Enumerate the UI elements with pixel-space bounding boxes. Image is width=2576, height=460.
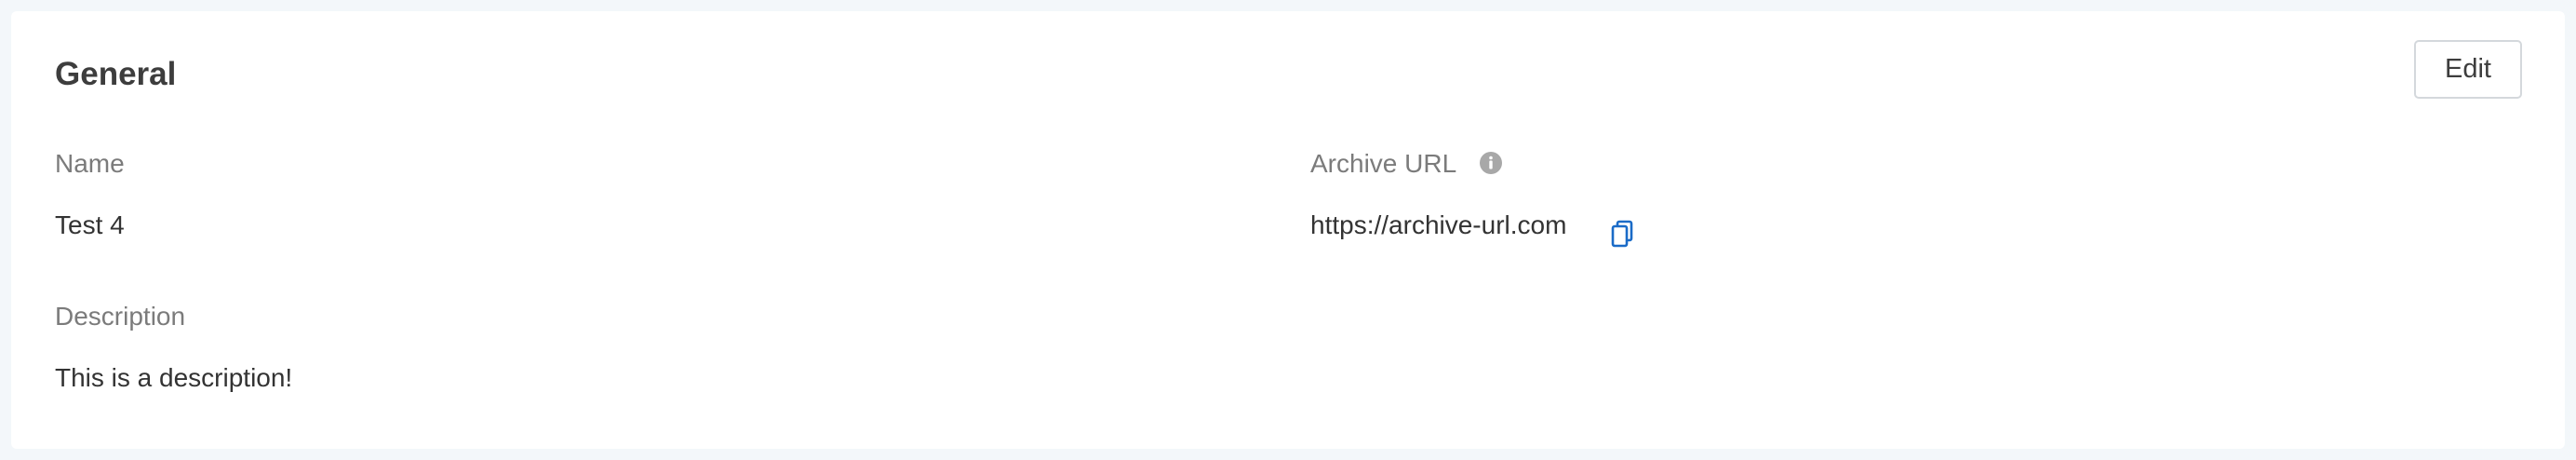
general-card: General Edit Name Test 4 Archive URL htt… [11, 11, 2565, 449]
name-value: Test 4 [55, 210, 125, 239]
description-value: This is a description! [55, 363, 293, 392]
section-title: General [55, 56, 177, 92]
archive-url-label: Archive URL [1310, 149, 1457, 178]
name-label: Name [55, 149, 125, 178]
info-icon[interactable] [1479, 151, 1503, 175]
edit-button[interactable]: Edit [2414, 40, 2522, 99]
copy-icon[interactable] [1610, 220, 1634, 248]
archive-url-value: https://archive-url.com [1310, 210, 1567, 239]
description-label: Description [55, 302, 186, 331]
